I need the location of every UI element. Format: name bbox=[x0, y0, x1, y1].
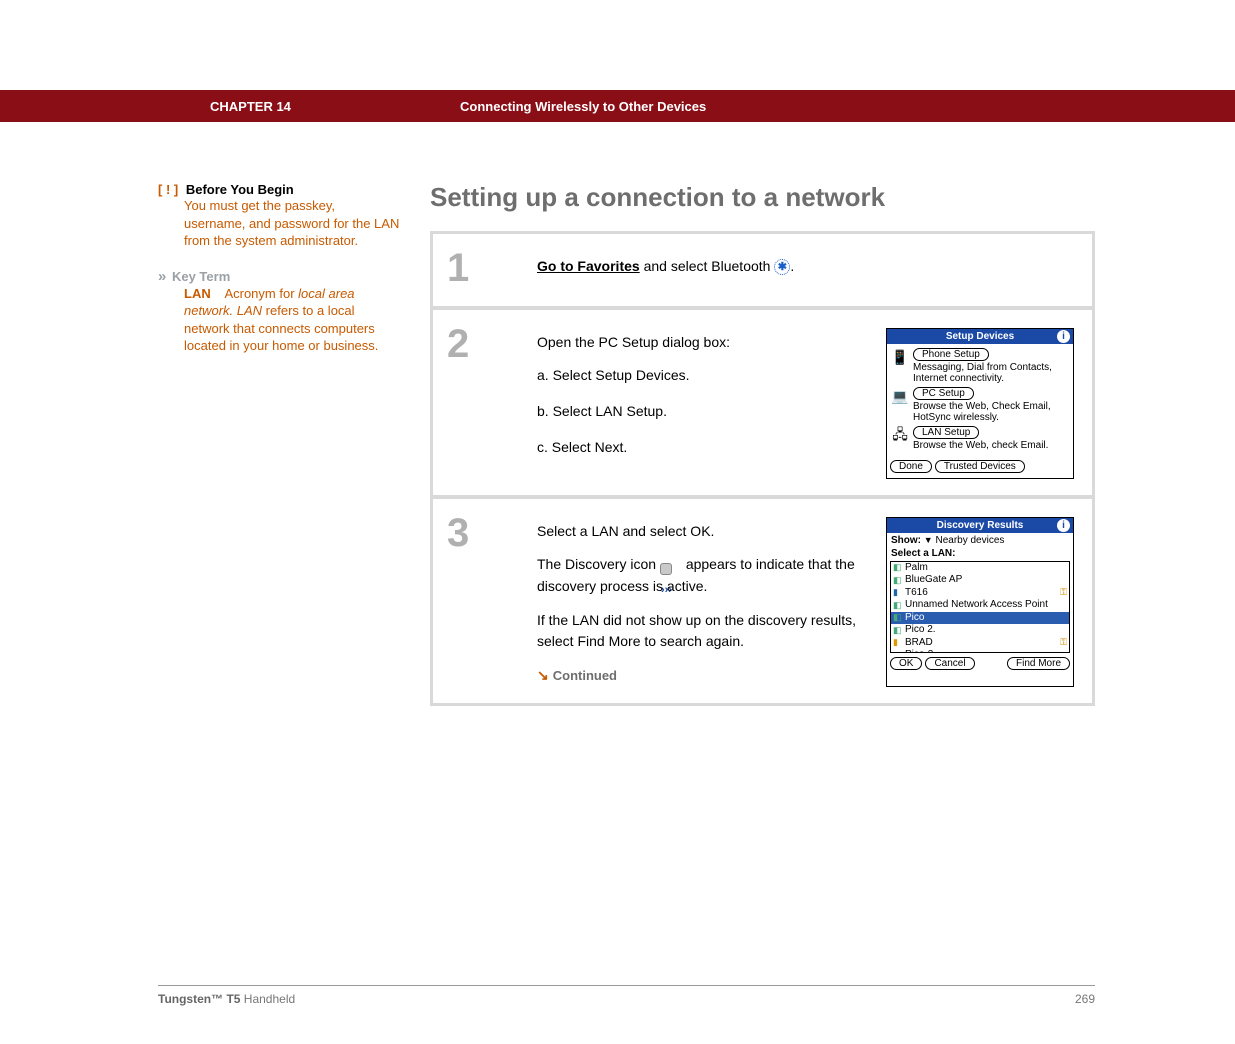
pc-icon: 💻 bbox=[890, 387, 910, 407]
bluetooth-icon: ✱ bbox=[774, 259, 790, 275]
continued-arrow-icon: ↘ bbox=[537, 667, 549, 683]
screen-titlebar: Discovery Results i bbox=[887, 518, 1073, 533]
page-footer: Tungsten™ T5 Handheld 269 bbox=[158, 985, 1095, 1006]
device-icon: ◧ bbox=[893, 575, 903, 586]
device-icon: ◧ bbox=[893, 600, 903, 611]
list-item[interactable]: ▮T616⚿ bbox=[891, 587, 1069, 600]
key-term-block: » Key Term LAN Acronym for local area ne… bbox=[158, 268, 400, 355]
device-icon: ◧ bbox=[893, 625, 903, 636]
product-name: Tungsten™ T5 Handheld bbox=[158, 992, 295, 1006]
discovery-results-screenshot: Discovery Results i Show: ▼ Nearby devic… bbox=[886, 517, 1074, 687]
before-you-begin-block: [ ! ] Before You Begin You must get the … bbox=[158, 182, 400, 250]
step-3-p2a: The Discovery icon bbox=[537, 556, 660, 572]
show-value[interactable]: Nearby devices bbox=[935, 535, 1004, 546]
lan-list[interactable]: ◧Palm ◧BlueGate AP ▮T616⚿ ◧Unnamed Netwo… bbox=[890, 561, 1070, 653]
list-item[interactable]: ◧Pico 2. bbox=[891, 624, 1069, 637]
device-icon: ▮ bbox=[893, 637, 903, 648]
device-icon: ◧ bbox=[893, 650, 903, 653]
discovery-icon: ››› bbox=[660, 558, 682, 574]
cancel-button[interactable]: Cancel bbox=[925, 657, 974, 670]
keyterm-title: Key Term bbox=[172, 269, 230, 284]
product-bold: Tungsten™ T5 bbox=[158, 992, 240, 1006]
select-lan-label: Select a LAN: bbox=[891, 548, 955, 559]
screen-title: Setup Devices bbox=[946, 331, 1014, 342]
sidebar: [ ! ] Before You Begin You must get the … bbox=[158, 182, 430, 706]
setup-devices-screenshot: Setup Devices i 📱 Phone Setup Messaging,… bbox=[886, 328, 1074, 479]
step-3-text: Select a LAN and select OK. The Discover… bbox=[537, 513, 866, 687]
lan-icon: 🖧 bbox=[890, 426, 910, 446]
page-number: 269 bbox=[1075, 992, 1095, 1006]
info-icon[interactable]: i bbox=[1057, 519, 1070, 532]
step-3-p1: Select a LAN and select OK. bbox=[537, 521, 866, 543]
chapter-title: Connecting Wirelessly to Other Devices bbox=[460, 99, 706, 114]
chapter-label: CHAPTER 14 bbox=[210, 99, 460, 114]
key-icon: ⚿ bbox=[1060, 637, 1067, 648]
before-title: Before You Begin bbox=[186, 182, 294, 197]
steps-container: 1 Go to Favorites and select Bluetooth ✱… bbox=[430, 231, 1095, 706]
step-2-text: Open the PC Setup dialog box: a. Select … bbox=[537, 324, 866, 479]
step-number: 3 bbox=[447, 513, 537, 687]
step-1-rest: and select Bluetooth bbox=[640, 258, 775, 274]
list-item-selected[interactable]: ◧Pico bbox=[891, 612, 1069, 625]
list-item[interactable]: ◧Palm bbox=[891, 562, 1069, 575]
dropdown-arrow-icon[interactable]: ▼ bbox=[924, 535, 933, 545]
list-item[interactable]: ◧Pico-3. bbox=[891, 649, 1069, 653]
step-3-p3: If the LAN did not show up on the discov… bbox=[537, 610, 866, 653]
list-item[interactable]: ▮BRAD⚿ bbox=[891, 637, 1069, 650]
step-number: 2 bbox=[447, 324, 537, 479]
phone-setup-button[interactable]: Phone Setup bbox=[913, 348, 989, 361]
step-2c: c. Select Next. bbox=[537, 437, 866, 459]
keyterm-def-prefix: Acronym for bbox=[224, 286, 294, 301]
device-icon: ◧ bbox=[893, 562, 903, 573]
ok-button[interactable]: OK bbox=[890, 657, 922, 670]
done-button[interactable]: Done bbox=[890, 460, 932, 473]
keyterm-marker-icon: » bbox=[158, 268, 164, 285]
chapter-header: CHAPTER 14 Connecting Wirelessly to Othe… bbox=[0, 90, 1235, 122]
step-2b: b. Select LAN Setup. bbox=[537, 401, 866, 423]
keyterm-term: LAN bbox=[184, 286, 211, 301]
device-icon: ◧ bbox=[893, 612, 903, 623]
pc-desc: Browse the Web, Check Email, HotSync wir… bbox=[913, 401, 1070, 423]
product-rest: Handheld bbox=[240, 992, 295, 1006]
main-content: Setting up a connection to a network 1 G… bbox=[430, 182, 1095, 706]
step-1-text: Go to Favorites and select Bluetooth ✱. bbox=[537, 248, 1074, 290]
go-to-favorites-link[interactable]: Go to Favorites bbox=[537, 258, 640, 274]
find-more-button[interactable]: Find More bbox=[1007, 657, 1070, 670]
continued-text: Continued bbox=[553, 668, 617, 683]
step-1-period: . bbox=[790, 258, 794, 274]
screen-title: Discovery Results bbox=[937, 520, 1024, 531]
page-title: Setting up a connection to a network bbox=[430, 182, 1095, 213]
step-2a: a. Select Setup Devices. bbox=[537, 365, 866, 387]
alert-icon: [ ! ] bbox=[158, 182, 178, 197]
phone-desc: Messaging, Dial from Contacts, Internet … bbox=[913, 362, 1070, 384]
info-icon[interactable]: i bbox=[1057, 330, 1070, 343]
lan-setup-button[interactable]: LAN Setup bbox=[913, 426, 979, 439]
step-3: 3 Select a LAN and select OK. The Discov… bbox=[433, 499, 1092, 703]
pc-setup-button[interactable]: PC Setup bbox=[913, 387, 974, 400]
trusted-devices-button[interactable]: Trusted Devices bbox=[935, 460, 1025, 473]
phone-icon: 📱 bbox=[890, 348, 910, 368]
step-1: 1 Go to Favorites and select Bluetooth ✱… bbox=[433, 234, 1092, 310]
key-icon: ⚿ bbox=[1060, 587, 1067, 598]
step-2-intro: Open the PC Setup dialog box: bbox=[537, 332, 866, 354]
screen-titlebar: Setup Devices i bbox=[887, 329, 1073, 344]
list-item[interactable]: ◧BlueGate AP bbox=[891, 574, 1069, 587]
show-label: Show: bbox=[891, 535, 921, 546]
continued-label: ↘ Continued bbox=[537, 665, 866, 687]
lan-desc: Browse the Web, check Email. bbox=[913, 440, 1048, 451]
keyterm-text: LAN Acronym for local area network. LAN … bbox=[158, 285, 400, 355]
device-icon: ▮ bbox=[893, 587, 903, 598]
list-item[interactable]: ◧Unnamed Network Access Point bbox=[891, 599, 1069, 612]
before-text: You must get the passkey, username, and … bbox=[158, 197, 400, 250]
step-2: 2 Open the PC Setup dialog box: a. Selec… bbox=[433, 310, 1092, 499]
step-number: 1 bbox=[447, 248, 537, 290]
